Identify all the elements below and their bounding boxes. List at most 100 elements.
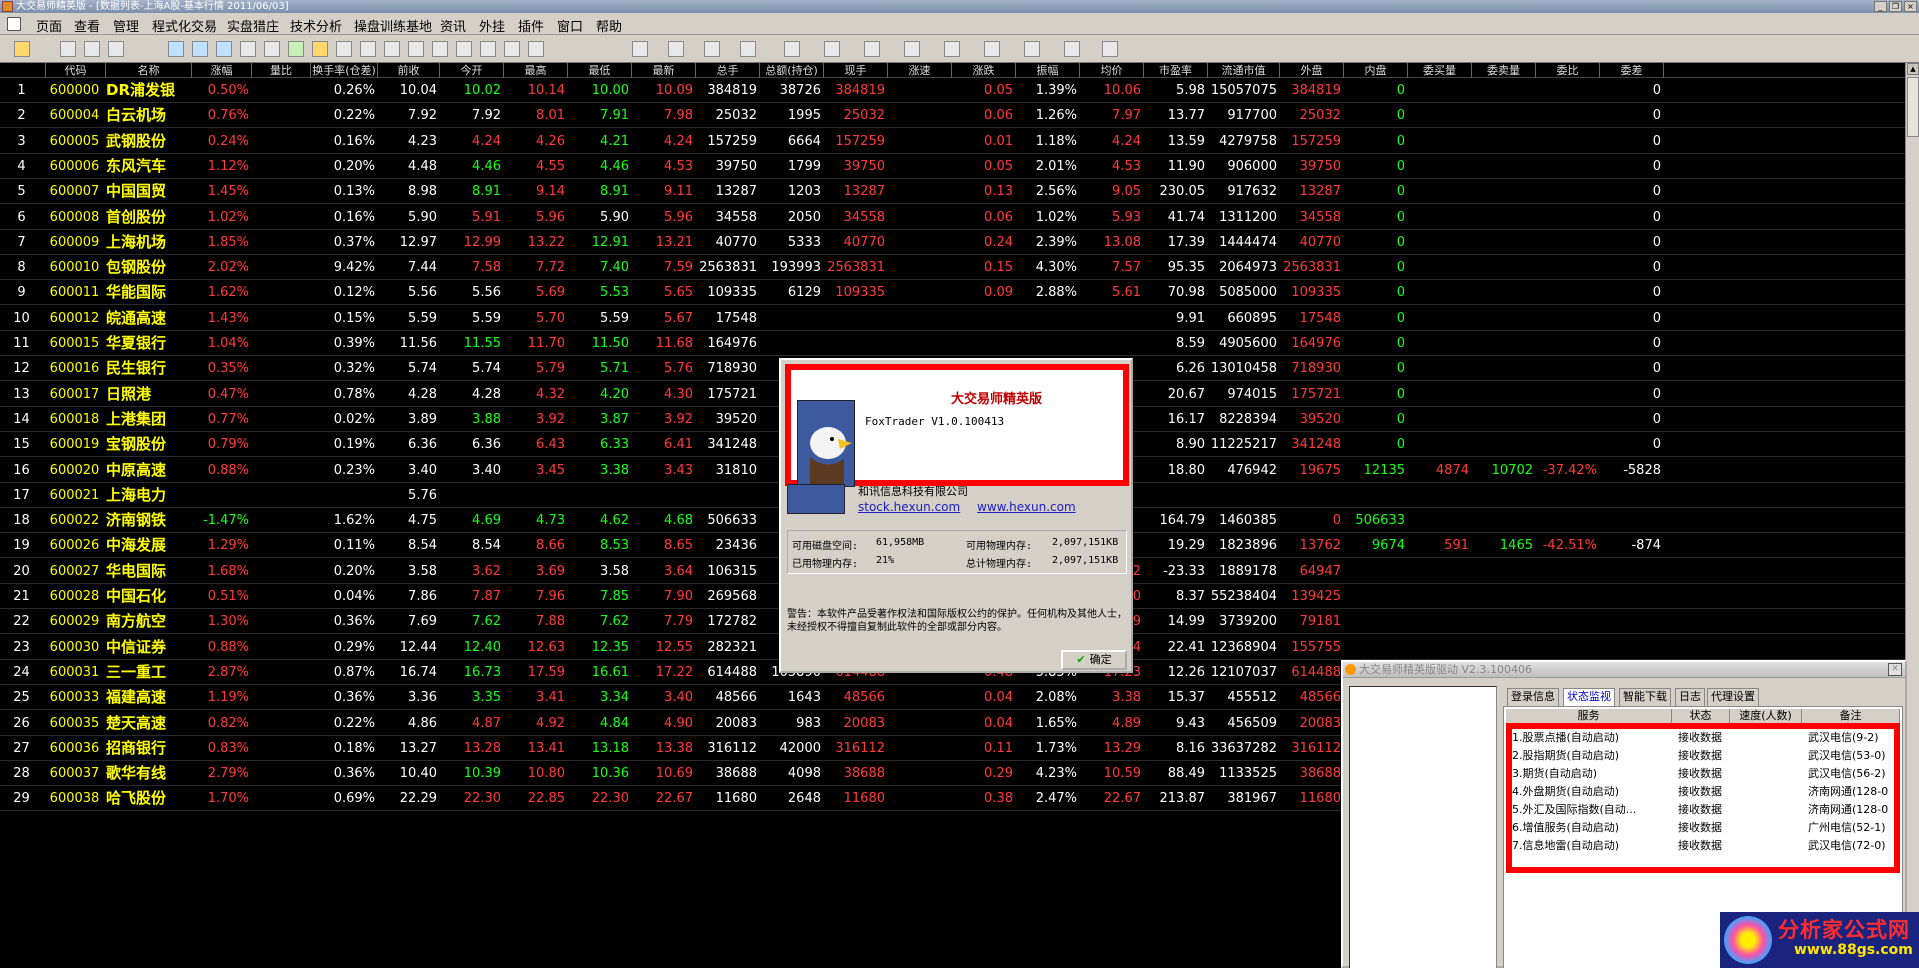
tool-icon[interactable] [408, 41, 424, 57]
service-row[interactable]: 4.外盘期货(自动启动) 接收数据 济南网通(128-0 [1512, 783, 1896, 801]
header-pe[interactable]: 市盈率 [1144, 63, 1208, 78]
header-float-cap[interactable]: 流通市值 [1208, 63, 1280, 78]
table-row[interactable]: 10 600012 皖通高速 1.43% 0.15% 5.59 5.59 5.70 5.59 5.… [0, 306, 1905, 331]
chart-icon[interactable] [216, 41, 232, 57]
table-row[interactable]: 8 600010 包钢股份 2.02% 9.42% 7.44 7.58 7.72 7.40 7.5… [0, 255, 1905, 281]
scroll-up-icon[interactable]: ▲ [1907, 63, 1919, 75]
menu-help[interactable]: 帮助 [596, 16, 622, 35]
restore-icon[interactable]: ❐ [1889, 1, 1902, 12]
minimize-icon[interactable]: _ [1874, 1, 1887, 12]
tool-icon[interactable] [264, 41, 280, 57]
tool-icon[interactable] [336, 41, 352, 57]
tab-status-monitor[interactable]: 状态监视 [1563, 688, 1615, 706]
table-row[interactable]: 1 600000 DR浦发银 0.50% 0.26% 10.04 10.02 10.14 10.… [0, 78, 1905, 103]
circle-icon[interactable] [944, 41, 960, 57]
rectangle-icon[interactable] [904, 41, 920, 57]
header-current-vol[interactable]: 现手 [824, 63, 888, 78]
menu-info[interactable]: 资讯 [440, 16, 466, 35]
header-ask-vol[interactable]: 委卖量 [1472, 63, 1536, 78]
tool-icon[interactable] [480, 41, 496, 57]
menu-window[interactable]: 窗口 [557, 16, 583, 35]
table-row[interactable]: 6 600008 首创股份 1.02% 0.16% 5.90 5.91 5.96 5.90 5.9… [0, 205, 1905, 230]
menu-page[interactable]: 页面 [36, 16, 62, 35]
tool-icon[interactable] [432, 41, 448, 57]
header-change-pct[interactable]: 涨幅 [192, 63, 252, 78]
service-row[interactable]: 2.股指期货(自动启动) 接收数据 武汉电信(53-0) [1512, 747, 1896, 765]
grid-icon[interactable] [7, 17, 21, 31]
header-open[interactable]: 今开 [440, 63, 504, 78]
tool-icon[interactable] [60, 41, 76, 57]
draw-icon[interactable] [824, 41, 840, 57]
header-amount[interactable]: 总额(持仓) [760, 63, 824, 78]
header-outer[interactable]: 外盘 [1280, 63, 1344, 78]
draw-icon[interactable] [704, 41, 720, 57]
tool-icon[interactable] [240, 41, 256, 57]
table-row[interactable]: 9 600011 华能国际 1.62% 0.12% 5.56 5.56 5.69 5.53 5.6… [0, 280, 1905, 306]
draw-icon[interactable] [668, 41, 684, 57]
tool-icon[interactable] [504, 41, 520, 57]
header-prev-close[interactable]: 前收 [378, 63, 440, 78]
tool-icon[interactable] [84, 41, 100, 57]
tab-login-info[interactable]: 登录信息 [1507, 688, 1559, 706]
col-note[interactable]: 备注 [1802, 709, 1900, 723]
tool-icon[interactable] [288, 41, 304, 57]
menu-program-trading[interactable]: 程式化交易 [152, 16, 217, 35]
service-row[interactable]: 3.期货(自动启动) 接收数据 武汉电信(56-2) [1512, 765, 1896, 783]
tab-log[interactable]: 日志 [1675, 688, 1705, 706]
open-folder-icon[interactable] [14, 41, 30, 57]
link-hexun[interactable]: www.hexun.com [977, 500, 1076, 514]
table-row[interactable]: 7 600009 上海机场 1.85% 0.37% 12.97 12.99 13.22 12.9… [0, 230, 1905, 255]
table-row[interactable]: 4 600006 东风汽车 1.12% 0.20% 4.48 4.46 4.55 4.46 4.5… [0, 154, 1905, 179]
menu-live-hunt[interactable]: 实盘猎庄 [227, 16, 279, 35]
header-diff[interactable]: 委差 [1600, 63, 1664, 78]
header-total-vol[interactable]: 总手 [696, 63, 760, 78]
tool-icon[interactable] [456, 41, 472, 57]
header-avg-price[interactable]: 均价 [1080, 63, 1144, 78]
menu-view[interactable]: 查看 [74, 16, 100, 35]
service-row[interactable]: 7.信息地雷(自动启动) 接收数据 武汉电信(72-0) [1512, 837, 1896, 855]
table-row[interactable]: 2 600004 白云机场 0.76% 0.22% 7.92 7.92 8.01 7.91 7.9… [0, 103, 1905, 129]
scroll-thumb[interactable] [1907, 77, 1919, 137]
header-high[interactable]: 最高 [504, 63, 568, 78]
draw-icon[interactable] [1024, 41, 1040, 57]
link-stock-hexun[interactable]: stock.hexun.com [858, 500, 960, 514]
menu-plugin-ext[interactable]: 外挂 [479, 16, 505, 35]
header-volume-ratio[interactable]: 量比 [252, 63, 311, 78]
grid-icon[interactable] [1064, 41, 1080, 57]
tool-icon[interactable] [384, 41, 400, 57]
header-bid-vol[interactable]: 委买量 [1408, 63, 1472, 78]
table-row[interactable]: 3 600005 武钢股份 0.24% 0.16% 4.23 4.24 4.26 4.21 4.2… [0, 129, 1905, 154]
col-status[interactable]: 状态 [1672, 709, 1730, 723]
ok-button[interactable]: ✔ 确定 [1061, 650, 1127, 670]
text-icon[interactable] [984, 41, 1000, 57]
header-last[interactable]: 最新 [632, 63, 696, 78]
table-row[interactable]: 11 600015 华夏银行 1.04% 0.39% 11.56 11.55 11.70 11.… [0, 331, 1905, 356]
vertical-scrollbar[interactable]: ▲ [1905, 63, 1919, 968]
tab-smart-download[interactable]: 智能下载 [1619, 688, 1671, 706]
header-ratio[interactable]: 委比 [1536, 63, 1600, 78]
chart-icon[interactable] [168, 41, 184, 57]
service-row[interactable]: 6.增值服务(自动启动) 接收数据 广州电信(52-1) [1512, 819, 1896, 837]
menu-tech-analysis[interactable]: 技术分析 [290, 16, 342, 35]
col-service[interactable]: 服务 [1506, 709, 1672, 723]
draw-icon[interactable] [632, 41, 648, 57]
header-name[interactable]: 名称 [106, 63, 192, 78]
tool-icon[interactable] [360, 41, 376, 57]
draw-icon[interactable] [740, 41, 756, 57]
menu-manage[interactable]: 管理 [113, 16, 139, 35]
header-low[interactable]: 最低 [568, 63, 632, 78]
menu-plugins[interactable]: 插件 [518, 16, 544, 35]
warning-icon[interactable] [312, 41, 328, 57]
tool-icon[interactable] [528, 41, 544, 57]
close-icon[interactable]: ✕ [1888, 663, 1902, 676]
close-icon[interactable]: × [1904, 1, 1917, 12]
menu-training[interactable]: 操盘训练基地 [354, 16, 432, 35]
save-icon[interactable] [1102, 41, 1118, 57]
header-speed[interactable]: 涨速 [888, 63, 952, 78]
table-row[interactable]: 5 600007 中国国贸 1.45% 0.13% 8.98 8.91 9.14 8.91 9.1… [0, 179, 1905, 205]
header-inner[interactable]: 内盘 [1344, 63, 1408, 78]
chart-icon[interactable] [192, 41, 208, 57]
service-row[interactable]: 5.外汇及国际指数(自动... 接收数据 济南网通(128-0 [1512, 801, 1896, 819]
service-row[interactable]: 1.股票点播(自动启动) 接收数据 武汉电信(9-2) [1512, 729, 1896, 747]
header-amplitude[interactable]: 振幅 [1016, 63, 1080, 78]
